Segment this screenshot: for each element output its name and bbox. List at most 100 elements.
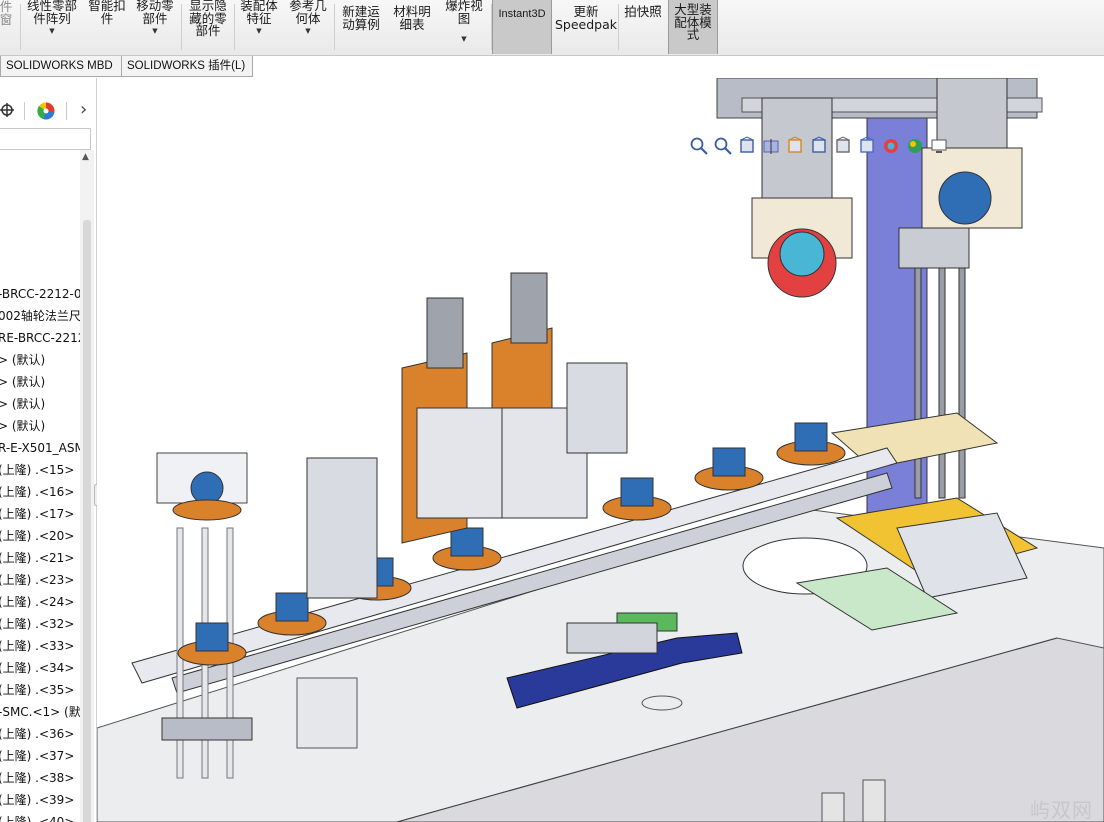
edit-appearance-icon[interactable] [881, 136, 901, 156]
linear-slide [566, 622, 658, 654]
command-manager-tabs: SOLIDWORKS MBD SOLIDWORKS 插件(L) [0, 56, 1104, 78]
cabinet-handle [862, 779, 886, 822]
feature-tree-item[interactable]: > (默认) [0, 394, 82, 414]
feature-tree-item[interactable]: 002轴轮法兰尺寸 [0, 306, 82, 326]
feature-tree-item[interactable]: (上隆) .<21> [0, 548, 82, 568]
ribbon-label: 移动零 部件 [136, 0, 174, 26]
cabinet-handle [821, 792, 845, 822]
workpiece-puck [602, 477, 672, 521]
view-settings-icon[interactable] [929, 136, 949, 156]
dropdown-arrow-icon[interactable]: ▼ [152, 27, 157, 35]
workpiece-ring [190, 471, 224, 505]
ribbon-label: 拍快照 [624, 4, 662, 19]
vertical-rod [914, 267, 922, 499]
ribbon-button-partial[interactable]: 件 窗 [0, 0, 16, 54]
hide-show-icon[interactable] [857, 136, 877, 156]
scrollbar-thumb[interactable] [83, 220, 91, 822]
graphics-viewport[interactable]: 屿双网 [97, 78, 1104, 822]
previous-view-icon[interactable] [737, 136, 757, 156]
dropdown-arrow-icon[interactable]: ▼ [49, 27, 54, 35]
feature-tree-item[interactable]: > (默认) [0, 416, 82, 436]
feature-tree-item[interactable]: (上隆) .<34> [0, 658, 82, 678]
feature-tree-filter-input[interactable] [0, 128, 91, 150]
instant3d-button[interactable]: Instant3D [492, 0, 552, 54]
configuration-manager-icon[interactable] [0, 102, 16, 118]
feature-tree-item[interactable]: (上隆) .<39> [0, 790, 82, 810]
gripper-ring [779, 231, 825, 277]
assembly-features-button[interactable]: 装配体 特征 ▼ [236, 0, 282, 54]
panel-divider [66, 102, 67, 120]
tab-solidworks-mbd[interactable]: SOLIDWORKS MBD [0, 56, 122, 77]
feature-tree-item[interactable]: (上隆) .<17> [0, 504, 82, 524]
workpiece-puck [694, 447, 764, 491]
reference-geometry-button[interactable]: 参考几 何体 ▼ [285, 0, 331, 54]
press-head [416, 407, 503, 519]
workpiece-puck [776, 422, 846, 466]
exploded-view-button[interactable]: 爆炸视 图 ▼ [440, 0, 488, 54]
panel-divider [24, 102, 25, 120]
more-tabs-chevron-icon[interactable]: › [80, 99, 87, 120]
side-bracket [566, 362, 628, 454]
servo-motor [426, 297, 464, 369]
ribbon-separator [334, 4, 335, 50]
watermark-text: 屿双网 [1030, 798, 1093, 822]
feature-tree-item[interactable]: (上隆) .<20> [0, 526, 82, 546]
feature-tree-item[interactable]: (上隆) .<16> [0, 482, 82, 502]
display-style-icon[interactable] [833, 136, 853, 156]
take-snapshot-button[interactable]: 拍快照 [620, 0, 666, 54]
ribbon-label: 大型装 配体模 式 [674, 2, 712, 42]
scroll-up-arrow-icon[interactable]: ▲ [82, 152, 89, 162]
ribbon-label: 线性零部 件阵列 [26, 0, 77, 26]
smart-fasteners-button[interactable]: 智能扣 件 [84, 0, 130, 54]
ribbon-label: Instant3D [498, 8, 546, 20]
zoom-to-area-icon[interactable] [713, 136, 733, 156]
bill-of-materials-button[interactable]: 材料明 细表 [388, 0, 436, 54]
feature-tree-item[interactable]: (上隆) .<36> [0, 724, 82, 744]
command-manager-ribbon: 件 窗 线性零部 件阵列 ▼ 智能扣 件 移动零 部件 ▼ 显示隐 藏的零 部件… [0, 0, 1104, 56]
feature-tree-item[interactable]: (上隆) .<40> [0, 812, 82, 822]
display-manager-icon[interactable] [36, 101, 56, 121]
section-view-icon[interactable] [761, 136, 781, 156]
feature-tree-item[interactable]: -SMC.<1> (默认 [0, 702, 82, 722]
dropdown-arrow-icon[interactable]: ▼ [461, 35, 466, 43]
view-orientation-icon[interactable] [809, 136, 829, 156]
feature-tree-item[interactable]: (上隆) .<23> [0, 570, 82, 590]
feature-tree-item[interactable]: -BRCC-2212-01- [0, 284, 82, 304]
feature-tree-item[interactable]: (上隆) .<15> [0, 460, 82, 480]
tab-solidworks-addins[interactable]: SOLIDWORKS 插件(L) [121, 56, 253, 77]
feature-tree-item[interactable]: (上隆) .<38> [0, 768, 82, 788]
feature-tree-item[interactable]: (上隆) .<32> [0, 614, 82, 634]
ribbon-label: 材料明 细表 [393, 4, 431, 32]
servo-motor [510, 272, 548, 344]
feature-tree-item[interactable]: (上隆) .<37> [0, 746, 82, 766]
zoom-to-fit-icon[interactable] [689, 136, 709, 156]
large-assembly-mode-button[interactable]: 大型装 配体模 式 [668, 0, 718, 54]
feature-tree-item[interactable]: R-E-X501_ASM [0, 438, 82, 458]
feature-tree-scrollbar[interactable]: ▲ [80, 150, 94, 822]
workpiece-base [172, 499, 242, 521]
feature-tree-item[interactable]: RE-BRCC-2212 [0, 328, 82, 348]
feature-tree-item[interactable]: > (默认) [0, 350, 82, 370]
feature-tree-item[interactable]: (上隆) .<33> [0, 636, 82, 656]
vertical-rod [938, 267, 946, 499]
move-component-button[interactable]: 移动零 部件 ▼ [132, 0, 178, 54]
show-hidden-components-button[interactable]: 显示隐 藏的零 部件 [184, 0, 232, 54]
workpiece-puck [432, 527, 502, 571]
feature-tree-item[interactable]: (上隆) .<24> [0, 592, 82, 612]
feature-manager-panel: › -BRCC-2212-01-002轴轮法兰尺寸RE-BRCC-2212> (… [0, 78, 97, 822]
dynamic-annotation-icon[interactable] [785, 136, 805, 156]
ribbon-label: 件 窗 [0, 0, 13, 27]
feature-tree-item[interactable]: (上隆) .<35> [0, 680, 82, 700]
assembly-model-render[interactable] [97, 78, 1104, 822]
apply-scene-icon[interactable] [905, 136, 925, 156]
workpiece-puck [177, 622, 247, 666]
dropdown-arrow-icon[interactable]: ▼ [305, 27, 310, 35]
linear-pattern-button[interactable]: 线性零部 件阵列 ▼ [22, 0, 82, 54]
ribbon-label: 更新 Speedpak [554, 4, 618, 32]
dropdown-arrow-icon[interactable]: ▼ [256, 27, 261, 35]
ribbon-separator [181, 4, 182, 50]
update-speedpak-button[interactable]: 更新 Speedpak [554, 0, 618, 54]
ribbon-separator [234, 4, 235, 50]
feature-tree-item[interactable]: > (默认) [0, 372, 82, 392]
new-motion-study-button[interactable]: 新建运 动算例 [337, 0, 385, 54]
